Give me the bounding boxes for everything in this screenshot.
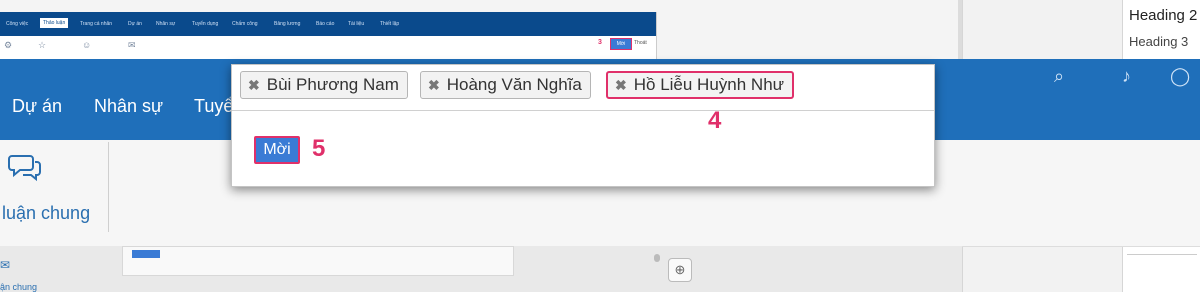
embedded-screenshot: Công việc Thảo luận Trang cá nhân Dự án … <box>0 12 657 60</box>
mini-gear-icon: ⚙ <box>4 40 13 50</box>
mini-tab-tuyen-dung: Tuyển dụng <box>192 21 219 27</box>
nav-item-tuyen-dung[interactable]: Tuyể <box>194 96 233 117</box>
mini-tab-cong-viec: Công việc <box>6 21 29 27</box>
nav-item-nhan-su[interactable]: Nhân sự <box>94 96 163 117</box>
tag-hoang-van-nghia[interactable]: ✖ Hoàng Văn Nghĩa <box>420 71 591 99</box>
mini-exit-label: Thoát <box>634 40 647 46</box>
tag-label: Hồ Liễu Huỳnh Như <box>633 75 785 94</box>
style-heading-3[interactable]: Heading 3 <box>1129 34 1188 49</box>
remove-tag-icon[interactable]: ✖ <box>248 77 260 94</box>
mini-tab-tai-lieu: Tài liệu <box>348 21 365 27</box>
sub-divider <box>108 142 109 232</box>
mini-tab-thiet-lap: Thiết lập <box>380 21 400 27</box>
step-5-annotation: 5 <box>312 135 326 162</box>
lower-chat-icon: ✉ <box>0 258 11 272</box>
step-4-annotation: 4 <box>708 107 722 134</box>
mini-tab-bao-cao: Báo cáo <box>316 21 335 27</box>
nav-item-du-an[interactable]: Dự án <box>12 96 62 117</box>
search-icon[interactable]: ⌕ <box>1054 66 1064 87</box>
tag-bui-phuong-nam[interactable]: ✖ Bùi Phương Nam <box>240 71 408 99</box>
mini-tab-nhan-su: Nhân sự <box>156 21 176 27</box>
mini-star-icon: ☆ <box>38 40 47 50</box>
style-heading-2[interactable]: Heading 2 <box>1129 7 1197 24</box>
tag-label: Hoàng Văn Nghĩa <box>446 75 582 94</box>
tag-label: Bùi Phương Nam <box>266 75 399 94</box>
invite-dialog: ✖ Bùi Phương Nam ✖ Hoàng Văn Nghĩa ✖ Hồ … <box>231 64 935 187</box>
mini-tab-du-an: Dự án <box>128 21 142 27</box>
mini-chat-icon: ✉ <box>128 40 136 50</box>
lower-discussion-label: ận chung <box>0 282 38 292</box>
remove-tag-icon[interactable]: ✖ <box>428 77 440 94</box>
mini-tab-bang-luong: Bảng lương <box>274 21 301 27</box>
discussion-icon[interactable] <box>8 152 42 182</box>
mini-tab-trang-ca-nhan: Trang cá nhân <box>80 21 113 27</box>
mini-nav-bar: Công việc Thảo luận Trang cá nhân Dự án … <box>0 12 656 36</box>
tag-input-field[interactable]: ✖ Bùi Phương Nam ✖ Hoàng Văn Nghĩa ✖ Hồ … <box>232 65 934 111</box>
mini-step-3: 3 <box>598 39 602 46</box>
scrollbar-thumb[interactable] <box>654 254 660 262</box>
mini-tab-thao-luan: Thảo luận <box>40 18 69 28</box>
discussion-label[interactable]: luận chung <box>2 203 90 224</box>
invite-button[interactable]: Mời <box>254 136 300 164</box>
remove-tag-icon[interactable]: ✖ <box>615 77 627 94</box>
tag-ho-lieu-huynh-nhu[interactable]: ✖ Hồ Liễu Huỳnh Như <box>606 71 795 99</box>
bell-icon[interactable]: ♪ <box>1122 66 1131 87</box>
mini-tab-cham-cong: Chấm công <box>232 21 258 27</box>
lower-card <box>122 246 514 276</box>
mini-invite-button: Mời <box>610 38 632 50</box>
styles-divider <box>1127 254 1197 255</box>
mini-user-icon: ☺ <box>82 40 92 50</box>
zoom-in-icon[interactable]: ⊕ <box>668 258 692 282</box>
lower-chip <box>132 250 160 258</box>
user-icon[interactable]: ◯ <box>1170 66 1190 87</box>
